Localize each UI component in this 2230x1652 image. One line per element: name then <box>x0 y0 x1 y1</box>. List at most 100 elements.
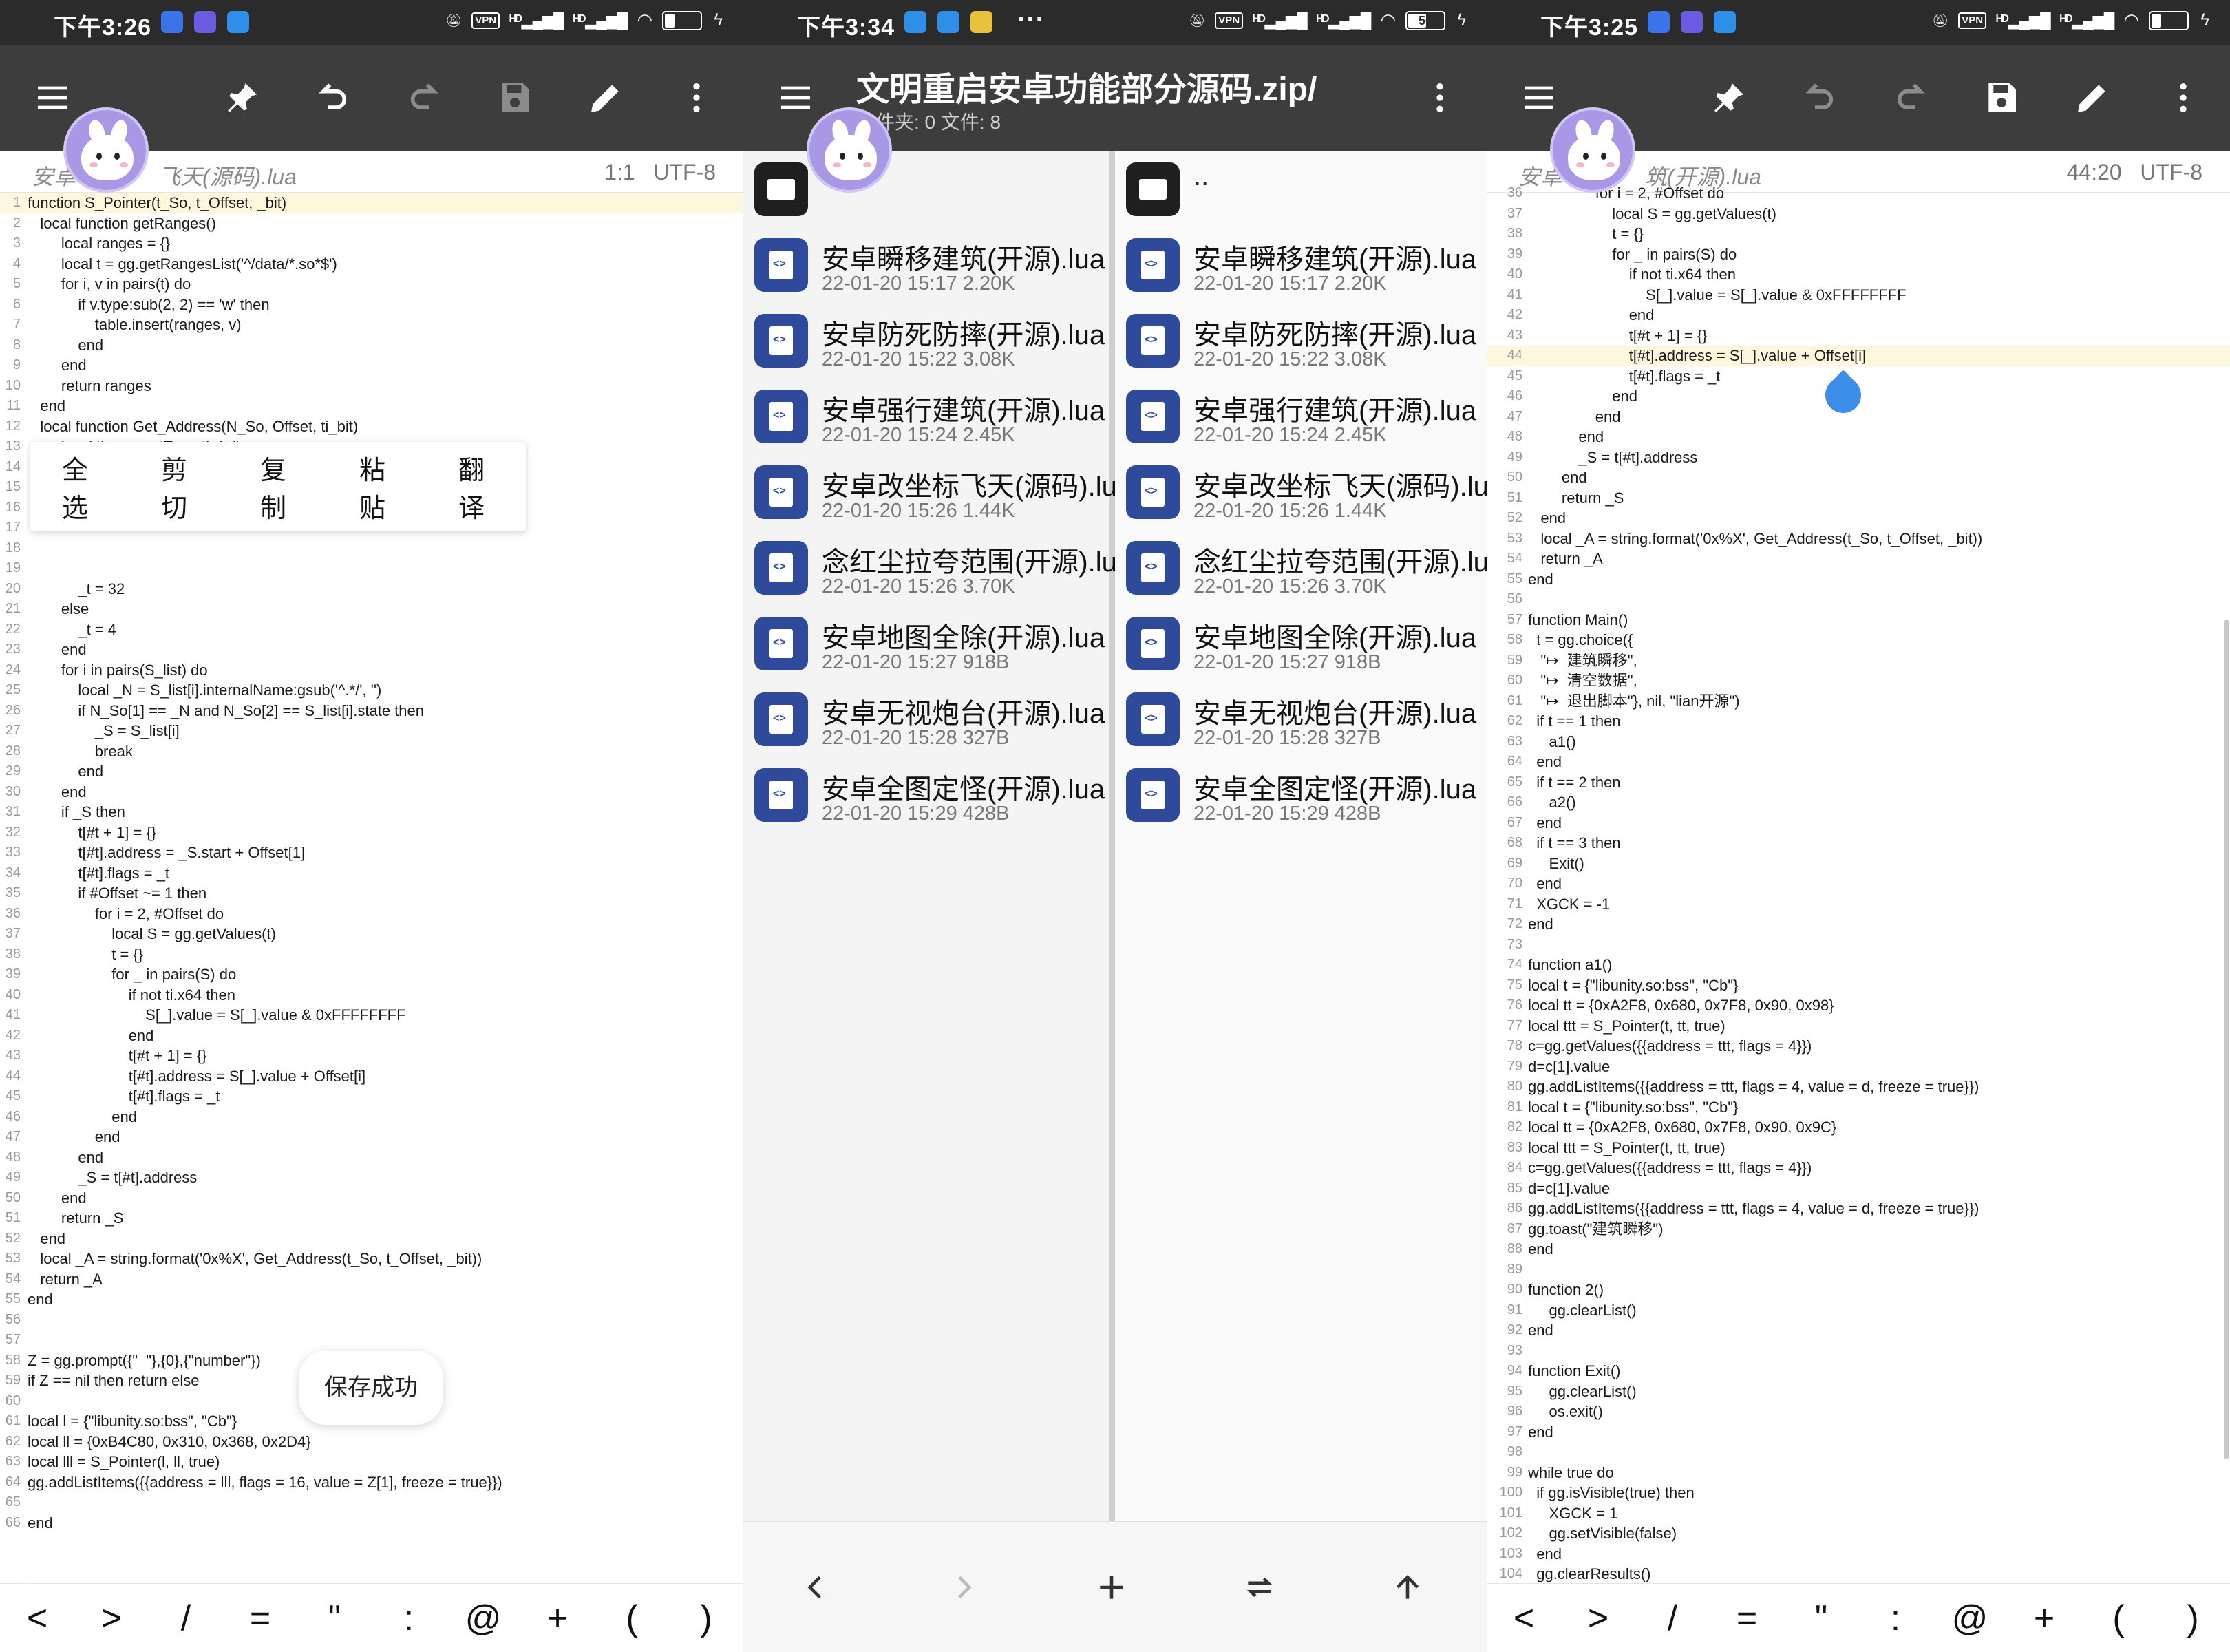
code-line[interactable]: 5 for i, v in pairs(t) do <box>0 274 743 295</box>
code-line[interactable]: 50 end <box>1487 467 2230 488</box>
code-line[interactable]: 65 if t == 2 then <box>1487 772 2230 793</box>
key-open-paren[interactable]: ( <box>604 1598 659 1639</box>
code-line[interactable]: 36 for i = 2, #Offset do <box>0 904 743 924</box>
key-quote[interactable]: " <box>307 1598 362 1639</box>
swap-icon[interactable] <box>1235 1563 1284 1611</box>
file-row[interactable]: 安卓全图定怪(开源).lua22-01-20 15:29 428B <box>1115 757 1487 833</box>
code-line[interactable]: 38 t = {} <box>1487 224 2230 244</box>
code-line[interactable]: 61 "↦ 退出脚本"}, nil, "lian开源") <box>1487 691 2230 712</box>
code-line[interactable]: 30 end <box>0 782 743 803</box>
save-icon[interactable] <box>487 70 542 125</box>
parent-folder-row[interactable]: .. <box>743 151 1109 227</box>
menu-item-copy[interactable]: 复制 <box>260 449 296 525</box>
code-line[interactable]: 11 end <box>0 396 743 416</box>
save-icon[interactable] <box>1974 70 2029 125</box>
key-less-than[interactable]: < <box>1496 1598 1551 1639</box>
code-line[interactable]: 51 return _S <box>1487 488 2230 509</box>
code-line[interactable]: 53 local _A = string.format('0x%X', Get_… <box>0 1249 743 1269</box>
code-line[interactable]: 21 else <box>0 599 743 620</box>
code-line[interactable]: 55 end <box>0 1289 743 1310</box>
file-row[interactable]: 安卓瞬移建筑(开源).lua22-01-20 15:17 2.20K <box>743 227 1109 303</box>
code-line[interactable]: 49 _S = t[#t].address <box>1487 447 2230 468</box>
code-line[interactable]: 96 os.exit() <box>1487 1401 2230 1422</box>
code-line[interactable]: 20 _t = 32 <box>0 579 743 600</box>
up-arrow-icon[interactable] <box>1383 1563 1432 1611</box>
code-line[interactable]: 42 end <box>1487 305 2230 326</box>
code-line[interactable]: 27 _S = S_list[i] <box>0 721 743 741</box>
code-line[interactable]: 46 end <box>0 1107 743 1127</box>
code-line[interactable]: 4 local t = gg.getRangesList('^/data/*.s… <box>0 254 743 275</box>
code-line[interactable]: 97 end <box>1487 1422 2230 1443</box>
code-line[interactable]: 48 end <box>0 1147 743 1168</box>
redo-icon[interactable] <box>396 70 452 125</box>
code-line[interactable]: 57 function Main() <box>1487 610 2230 631</box>
code-line[interactable]: 18 <box>0 538 743 559</box>
code-line[interactable]: 57 <box>0 1330 743 1351</box>
code-line[interactable]: 68 if t == 3 then <box>1487 833 2230 854</box>
code-line[interactable]: 63 local lll = S_Pointer(l, ll, true) <box>0 1452 743 1472</box>
key-equals[interactable]: = <box>233 1598 288 1639</box>
code-line[interactable]: 52 end <box>1487 508 2230 529</box>
more-vert-icon[interactable] <box>2156 70 2211 125</box>
pin-icon[interactable] <box>215 70 270 125</box>
code-line[interactable]: 64 end <box>1487 752 2230 772</box>
code-line[interactable]: 9 end <box>0 355 743 376</box>
code-line[interactable]: 82 local tt = {0xA2F8, 0x680, 0x7F8, 0x90… <box>1487 1117 2230 1138</box>
code-line[interactable]: 70 end <box>1487 873 2230 894</box>
code-line[interactable]: 51 return _S <box>0 1208 743 1229</box>
redo-icon[interactable] <box>1883 70 1938 125</box>
undo-icon[interactable] <box>1792 70 1847 125</box>
avatar[interactable] <box>63 107 149 193</box>
code-line[interactable]: 45 t[#t].flags = _t <box>1487 366 2230 387</box>
code-line[interactable]: 56 <box>1487 589 2230 610</box>
code-line[interactable]: 66 end <box>0 1513 743 1534</box>
file-row[interactable]: 安卓防死防摔(开源).lua22-01-20 15:22 3.08K <box>1115 303 1487 379</box>
code-line[interactable]: 62 if t == 1 then <box>1487 711 2230 732</box>
key-slash[interactable]: / <box>1645 1598 1700 1639</box>
code-line[interactable]: 19 <box>0 558 743 579</box>
code-line[interactable]: 79 d=c[1].value <box>1487 1057 2230 1077</box>
code-line[interactable]: 73 <box>1487 935 2230 955</box>
pencil-icon[interactable] <box>578 70 633 125</box>
code-line[interactable]: 104 gg.clearResults() <box>1487 1564 2230 1585</box>
key-at[interactable]: @ <box>1942 1598 1997 1639</box>
more-vert-icon[interactable] <box>669 70 724 125</box>
code-line[interactable]: 2 local function getRanges() <box>0 213 743 234</box>
code-line[interactable]: 80 gg.addListItems({{address = ttt, flags… <box>1487 1077 2230 1097</box>
code-line[interactable]: 52 end <box>0 1229 743 1249</box>
parent-folder-row[interactable]: .. <box>1115 151 1487 227</box>
forward-arrow-icon[interactable] <box>939 1563 988 1611</box>
code-line[interactable]: 6 if v.type:sub(2, 2) == 'w' then <box>0 295 743 315</box>
code-line[interactable]: 50 end <box>0 1188 743 1209</box>
code-line[interactable]: 99 while true do <box>1487 1463 2230 1483</box>
code-line[interactable]: 47 end <box>1487 407 2230 427</box>
code-line[interactable]: 49 _S = t[#t].address <box>0 1167 743 1188</box>
key-quote[interactable]: " <box>1794 1598 1849 1639</box>
code-line[interactable]: 45 t[#t].flags = _t <box>0 1086 743 1107</box>
code-line[interactable]: 66 a2() <box>1487 792 2230 813</box>
key-colon[interactable]: : <box>381 1598 436 1639</box>
code-line[interactable]: 85 d=c[1].value <box>1487 1178 2230 1199</box>
scrollbar[interactable] <box>2224 620 2229 1459</box>
code-line[interactable]: 39 for _ in pairs(S) do <box>0 964 743 985</box>
code-editor[interactable]: 1 function S_Pointer(t_So, t_Offset, _bit… <box>0 193 743 1533</box>
code-line[interactable]: 77 local ttt = S_Pointer(t, tt, true) <box>1487 1016 2230 1037</box>
code-line[interactable]: 69 Exit() <box>1487 854 2230 874</box>
code-line[interactable]: 65 <box>0 1492 743 1513</box>
code-line[interactable]: 63 a1() <box>1487 732 2230 752</box>
code-line[interactable]: 41 S[_].value = S[_].value & 0xFFFFFFFF <box>1487 285 2230 306</box>
code-line[interactable]: 31 if _S then <box>0 802 743 823</box>
key-slash[interactable]: / <box>158 1598 213 1639</box>
code-line[interactable]: 62 local ll = {0xB4C80, 0x310, 0x368, 0x2… <box>0 1432 743 1452</box>
code-line[interactable]: 8 end <box>0 335 743 356</box>
code-line[interactable]: 37 local S = gg.getValues(t) <box>0 924 743 944</box>
code-line[interactable]: 38 t = {} <box>0 944 743 965</box>
code-line[interactable]: 74 function a1() <box>1487 955 2230 975</box>
code-line[interactable]: 28 break <box>0 741 743 762</box>
code-line[interactable]: 78 c=gg.getValues({{address = ttt, flags … <box>1487 1036 2230 1057</box>
hamburger-icon[interactable] <box>25 70 80 125</box>
file-row[interactable]: 安卓强行建筑(开源).lua22-01-20 15:24 2.45K <box>1115 379 1487 454</box>
code-line[interactable]: 101 XGCK = 1 <box>1487 1503 2230 1524</box>
code-line[interactable]: 44 t[#t].address = S[_].value + Offset[i… <box>1487 346 2230 366</box>
file-row[interactable]: 念红尘拉夸范围(开源).lua22-01-20 15:26 3.70K <box>743 530 1132 606</box>
